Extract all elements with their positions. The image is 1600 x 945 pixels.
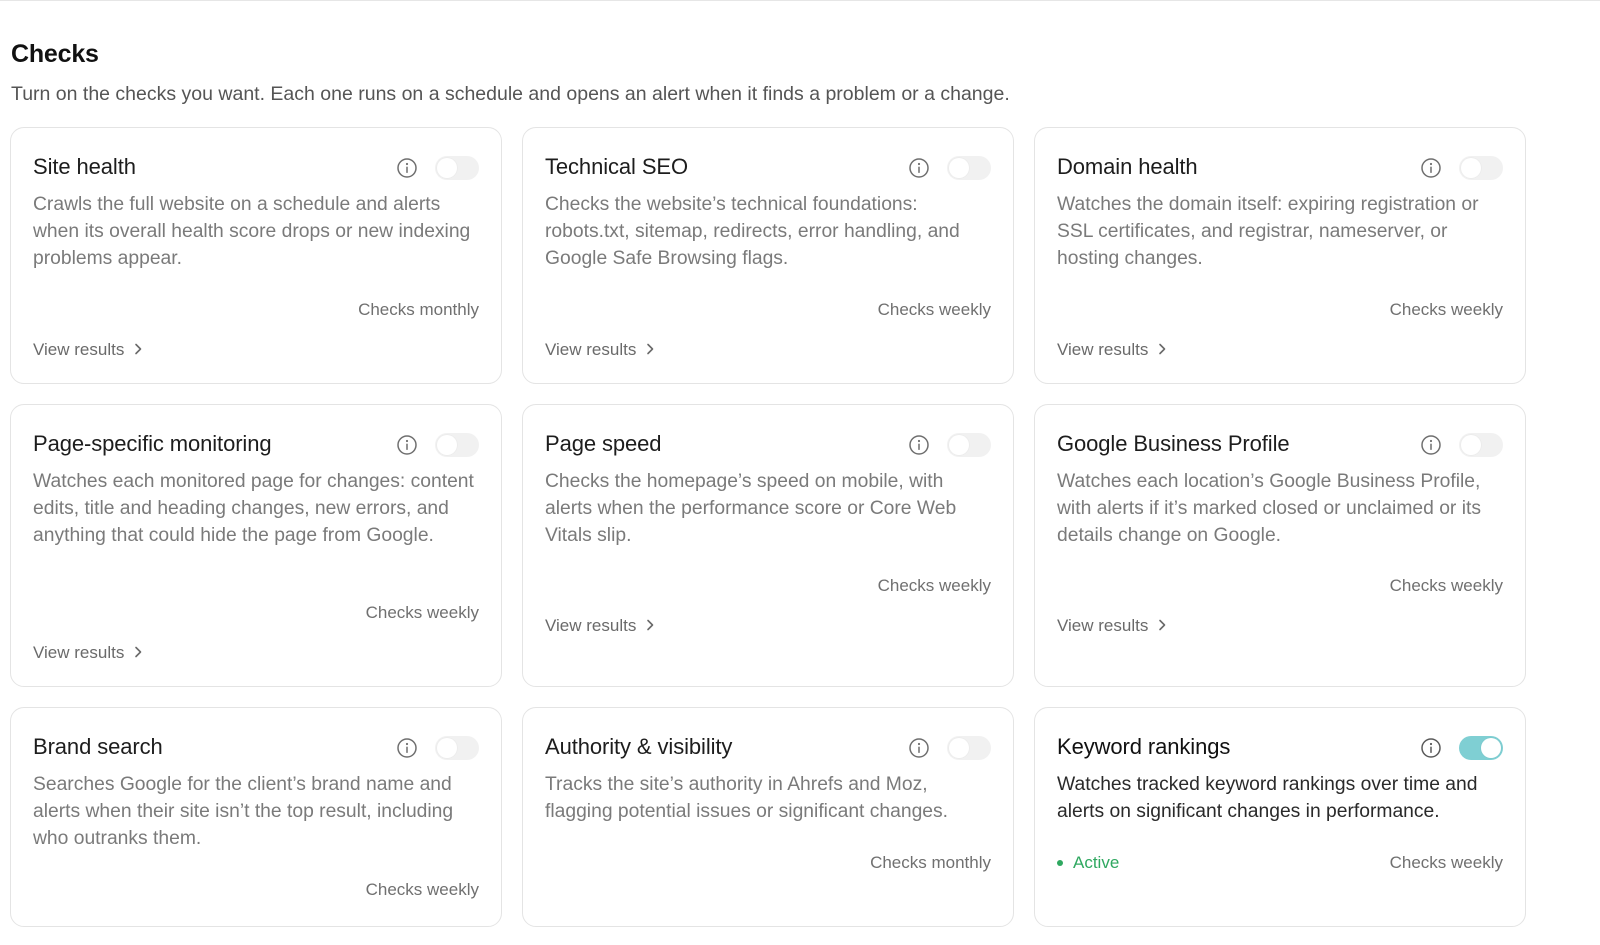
check-card-page-speed: Page speed Checks the homepage’s speed o… <box>522 404 1014 687</box>
toggle-knob <box>437 738 457 758</box>
chevron-right-icon <box>1158 340 1166 360</box>
check-frequency: Checks weekly <box>1389 576 1503 595</box>
checks-grid: Site health Crawls the full website on a… <box>10 127 1526 927</box>
check-card-google-business-profile: Google Business Profile Watches each loc… <box>1034 404 1526 687</box>
info-icon[interactable] <box>1420 157 1442 179</box>
card-description: Watches tracked keyword rankings over ti… <box>1057 774 1478 822</box>
card-description: Watches the domain itself: expiring regi… <box>1057 194 1479 269</box>
info-icon[interactable] <box>908 157 930 179</box>
info-icon[interactable] <box>396 434 418 456</box>
check-card-technical-seo: Technical SEO Checks the website’s techn… <box>522 127 1014 384</box>
check-card-page-specific-monitoring: Page-specific monitoring Watches each mo… <box>10 404 502 687</box>
info-icon[interactable] <box>1420 434 1442 456</box>
card-description: Watches each location’s Google Business … <box>1057 471 1481 546</box>
top-divider <box>0 0 1600 1</box>
enable-toggle[interactable] <box>435 433 479 457</box>
view-results-label: View results <box>545 616 637 635</box>
check-frequency: Checks weekly <box>1389 300 1503 319</box>
info-icon[interactable] <box>908 737 930 759</box>
view-results-label: View results <box>33 643 125 662</box>
toggle-knob <box>949 435 969 455</box>
view-results-label: View results <box>1057 616 1149 635</box>
enable-toggle[interactable] <box>1459 156 1503 180</box>
view-results-link[interactable]: View results <box>545 340 654 360</box>
check-card-brand-search: Brand search Searches Google for the cli… <box>10 707 502 927</box>
card-description: Checks the website’s technical foundatio… <box>545 194 960 269</box>
toggle-knob <box>1461 435 1481 455</box>
toggle-knob <box>949 158 969 178</box>
card-description: Searches Google for the client’s brand n… <box>33 774 454 849</box>
info-icon[interactable] <box>908 434 930 456</box>
enable-toggle[interactable] <box>1459 433 1503 457</box>
card-description: Crawls the full website on a schedule an… <box>33 194 471 269</box>
check-card-site-health: Site health Crawls the full website on a… <box>10 127 502 384</box>
check-card-authority-visibility: Authority & visibility Tracks the site’s… <box>522 707 1014 927</box>
page-subtitle: Turn on the checks you want. Each one ru… <box>11 83 1010 105</box>
enable-toggle[interactable] <box>435 156 479 180</box>
chevron-right-icon <box>134 643 142 663</box>
toggle-knob <box>1481 738 1501 758</box>
view-results-label: View results <box>1057 340 1149 359</box>
page-title: Checks <box>11 40 99 68</box>
view-results-link[interactable]: View results <box>545 616 654 636</box>
status-label: Active <box>1073 853 1120 872</box>
enable-toggle[interactable] <box>1459 736 1503 760</box>
check-card-keyword-rankings: Keyword rankings Watches tracked keyword… <box>1034 707 1526 927</box>
chevron-right-icon <box>1158 616 1166 636</box>
enable-toggle[interactable] <box>435 736 479 760</box>
card-description: Tracks the site’s authority in Ahrefs an… <box>545 774 949 822</box>
view-results-label: View results <box>545 340 637 359</box>
check-frequency: Checks weekly <box>365 603 479 622</box>
view-results-link[interactable]: View results <box>1057 340 1166 360</box>
status-badge: Active <box>1057 853 1119 873</box>
view-results-link[interactable]: View results <box>1057 616 1166 636</box>
toggle-knob <box>437 158 457 178</box>
check-frequency: Checks monthly <box>358 300 479 319</box>
check-card-domain-health: Domain health Watches the domain itself:… <box>1034 127 1526 384</box>
chevron-right-icon <box>646 340 654 360</box>
info-icon[interactable] <box>1420 737 1442 759</box>
status-dot-icon <box>1057 860 1063 866</box>
chevron-right-icon <box>134 340 142 360</box>
view-results-link[interactable]: View results <box>33 643 142 663</box>
info-icon[interactable] <box>396 737 418 759</box>
check-frequency: Checks weekly <box>1389 853 1503 872</box>
info-icon[interactable] <box>396 157 418 179</box>
toggle-knob <box>1461 158 1481 178</box>
view-results-link[interactable]: View results <box>33 340 142 360</box>
enable-toggle[interactable] <box>947 156 991 180</box>
card-description: Watches each monitored page for changes:… <box>33 471 474 546</box>
enable-toggle[interactable] <box>947 736 991 760</box>
check-frequency: Checks weekly <box>365 880 479 899</box>
toggle-knob <box>437 435 457 455</box>
toggle-knob <box>949 738 969 758</box>
card-description: Checks the homepage’s speed on mobile, w… <box>545 471 957 546</box>
enable-toggle[interactable] <box>947 433 991 457</box>
view-results-label: View results <box>33 340 125 359</box>
check-frequency: Checks weekly <box>877 300 991 319</box>
check-frequency: Checks weekly <box>877 576 991 595</box>
check-frequency: Checks monthly <box>870 853 991 872</box>
chevron-right-icon <box>646 616 654 636</box>
